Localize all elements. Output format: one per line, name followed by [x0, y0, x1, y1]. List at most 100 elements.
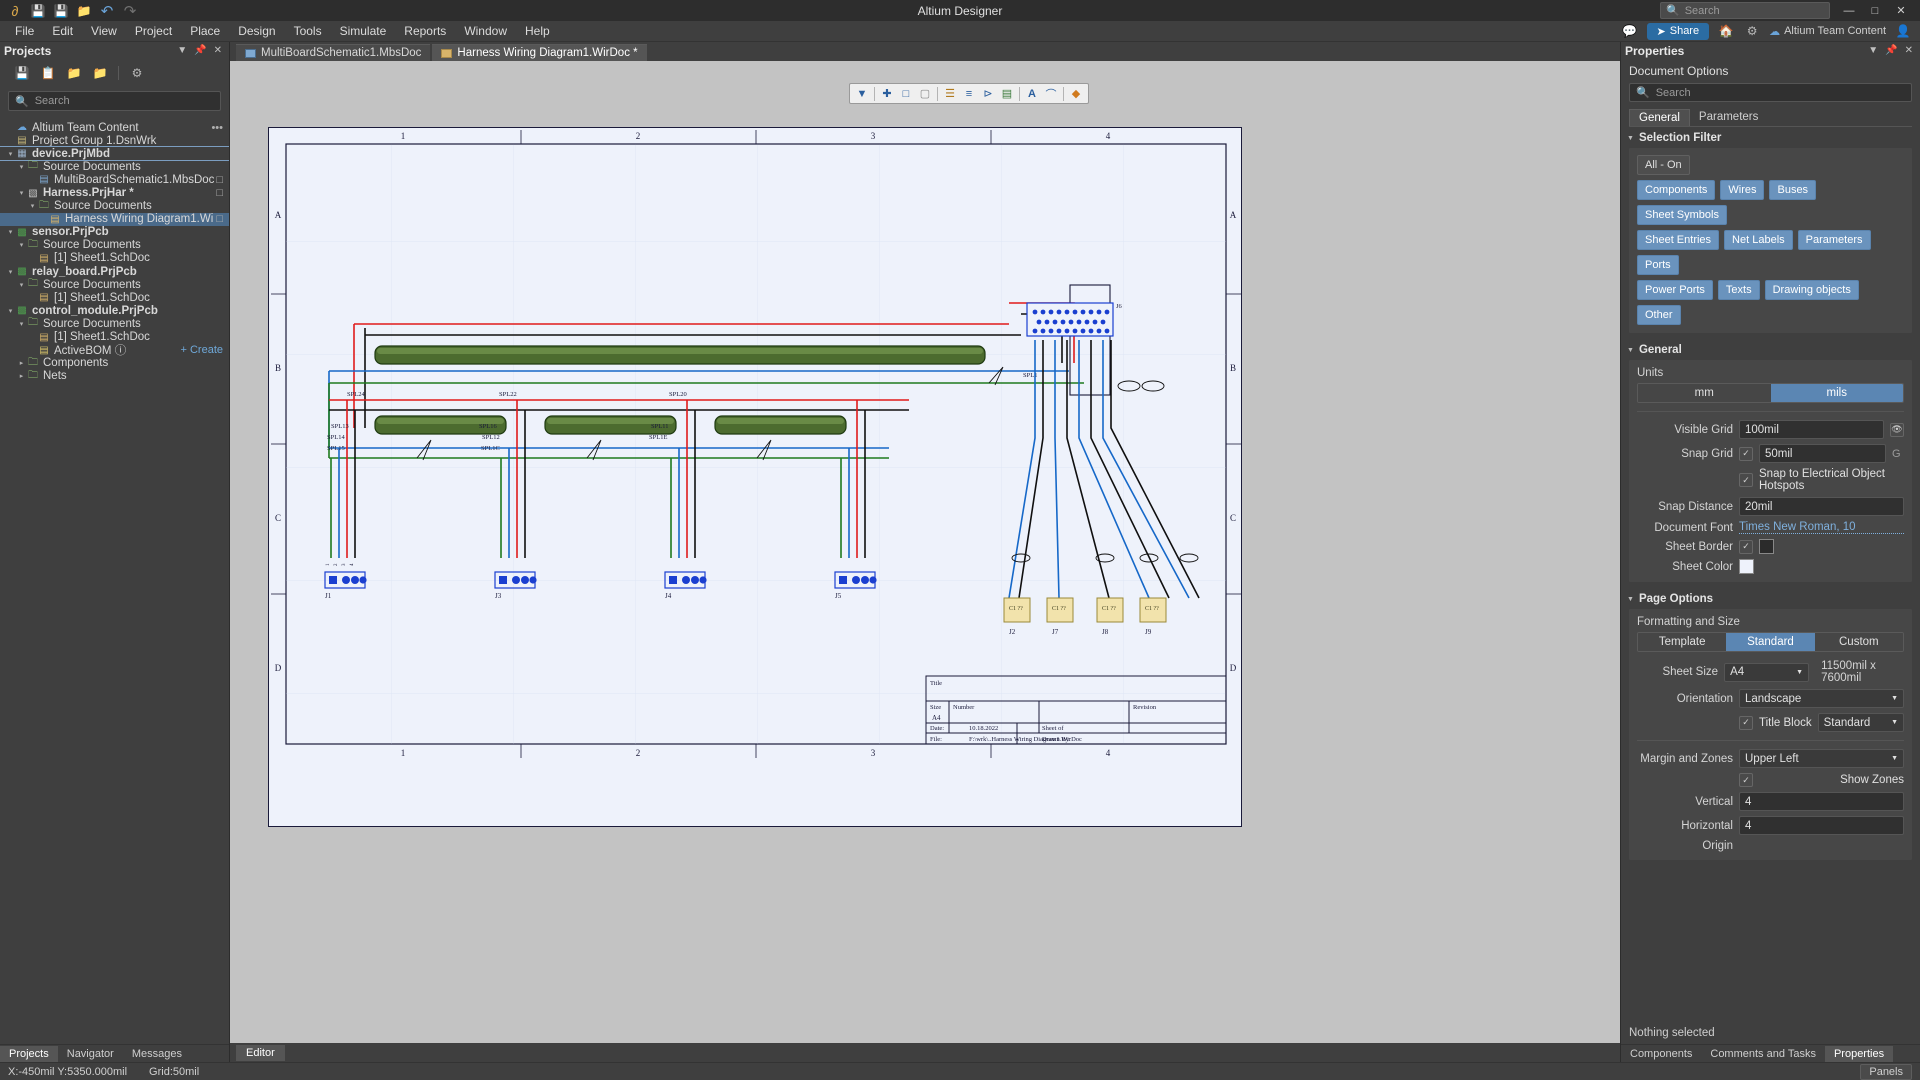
tree-item[interactable]: ▤ MultiBoardSchematic1.MbsDoc □ [0, 173, 229, 186]
title-block-select[interactable]: Standard ▼ [1817, 713, 1904, 732]
gear-icon[interactable]: ⚙ [1743, 22, 1761, 40]
gear-icon[interactable]: ⚙ [129, 65, 145, 81]
user-icon[interactable]: 👤 [1894, 22, 1912, 40]
expand-arrow-icon[interactable]: ▾ [6, 228, 15, 236]
doc-tab-harness-wiring[interactable]: Harness Wiring Diagram1.WirDoc * [432, 44, 647, 61]
visible-grid-input[interactable]: 100mil [1739, 420, 1884, 439]
chevron-down-icon[interactable]: ▼ [177, 45, 187, 56]
expand-arrow-icon[interactable]: ▾ [17, 241, 26, 249]
open-project-icon[interactable]: 📁 [66, 65, 82, 81]
home-icon[interactable]: 🏠 [1717, 22, 1735, 40]
sheet-color-swatch[interactable] [1739, 559, 1754, 574]
arc-icon[interactable]: ⌒ [1042, 85, 1060, 102]
menu-simulate[interactable]: Simulate [331, 22, 396, 40]
tree-item[interactable]: ▾ 🗀 Source Documents [0, 278, 229, 291]
selection-filter-section-header[interactable]: ▼ Selection Filter [1621, 127, 1920, 148]
filter-parameters[interactable]: Parameters [1797, 230, 1871, 250]
menu-project[interactable]: Project [126, 22, 181, 40]
expand-arrow-icon[interactable]: ▾ [17, 281, 26, 289]
snap-distance-input[interactable]: 20mil [1739, 497, 1904, 516]
snap-grid-input[interactable]: 50mil [1759, 444, 1886, 463]
tree-item[interactable]: ▾ 🗀 Source Documents [0, 317, 229, 330]
general-section-header[interactable]: ▼ General [1621, 339, 1920, 360]
wire-label-icon[interactable]: ▤ [998, 85, 1016, 102]
undo-icon[interactable]: ↶ [99, 3, 115, 20]
filter-icon[interactable]: ▼ [853, 85, 871, 102]
tree-item[interactable]: ▾ ▧ Harness.PrjHar * □ [0, 186, 229, 199]
snap-grid-checkbox[interactable]: ✓ [1739, 446, 1753, 461]
vertical-input[interactable]: 4 [1739, 792, 1904, 811]
units-option-mils[interactable]: mils [1770, 384, 1903, 402]
panel-tab-navigator[interactable]: Navigator [58, 1046, 123, 1062]
tree-item[interactable]: ▤ Project Group 1.DsnWrk [0, 134, 229, 147]
expand-arrow-icon[interactable]: ▾ [17, 163, 26, 171]
altium-logo-icon[interactable]: ∂ [7, 3, 23, 19]
filter-ports[interactable]: Ports [1637, 255, 1679, 275]
expand-arrow-icon[interactable]: ▾ [6, 150, 15, 158]
menu-reports[interactable]: Reports [395, 22, 455, 40]
close-icon[interactable]: ✕ [1905, 45, 1913, 56]
tree-item[interactable]: ▾ 🗀 Source Documents [0, 200, 229, 213]
menu-view[interactable]: View [82, 22, 126, 40]
format-option-template[interactable]: Template [1638, 633, 1727, 651]
filter-sheet-symbols[interactable]: Sheet Symbols [1637, 205, 1727, 225]
tab-general[interactable]: General [1629, 109, 1690, 126]
place-part-icon[interactable]: ◆ [1067, 85, 1085, 102]
page-options-section-header[interactable]: ▼ Page Options [1621, 588, 1920, 609]
create-link[interactable]: + Create [181, 344, 230, 356]
format-option-custom[interactable]: Custom [1814, 633, 1903, 651]
altium-team-content-button[interactable]: ☁ Altium Team Content [1769, 25, 1886, 38]
menu-help[interactable]: Help [516, 22, 559, 40]
sheet-border-color-swatch[interactable] [1759, 539, 1774, 554]
panel-tab-messages[interactable]: Messages [123, 1046, 191, 1062]
tree-item[interactable]: ▾ 🗀 Source Documents [0, 239, 229, 252]
expand-arrow-icon[interactable]: ▾ [17, 189, 26, 197]
tab-parameters[interactable]: Parameters [1690, 109, 1767, 126]
text-icon[interactable]: A [1023, 85, 1041, 102]
schematic-canvas[interactable]: ▼ ✚ □ ▢ ☰ ≡ ⊳ ▤ A ⌒ ◆ 1 2 3 4 1 2 3 4 A … [230, 61, 1620, 1043]
filter-other[interactable]: Other [1637, 305, 1681, 325]
bottom-tab-properties[interactable]: Properties [1824, 1045, 1894, 1062]
schematic-sheet[interactable]: 1 2 3 4 1 2 3 4 A B C D A B C D SPL24 SP… [268, 127, 1242, 827]
redo-icon[interactable]: ↷ [122, 3, 138, 20]
pin-icon[interactable]: 📌 [194, 45, 206, 56]
filter-buses[interactable]: Buses [1769, 180, 1817, 200]
crosshair-icon[interactable]: ✚ [878, 85, 896, 102]
expand-arrow-icon[interactable]: ▾ [17, 320, 26, 328]
panels-button[interactable]: Panels [1860, 1063, 1912, 1080]
tree-item[interactable]: ☁ Altium Team Content ••• [0, 121, 229, 134]
minimize-button[interactable]: — [1836, 0, 1862, 21]
sheet-border-checkbox[interactable]: ✓ [1739, 539, 1753, 554]
open-icon[interactable]: 📁 [76, 3, 92, 19]
snap-hotspots-checkbox[interactable]: ✓ [1739, 473, 1753, 487]
horizontal-input[interactable]: 4 [1739, 816, 1904, 835]
copy-icon[interactable]: 📋 [40, 65, 56, 81]
doc-tab-multiboard[interactable]: MultiBoardSchematic1.MbsDoc [236, 44, 431, 61]
dashed-rect-icon[interactable]: ▢ [916, 85, 934, 102]
menu-edit[interactable]: Edit [43, 22, 82, 40]
expand-arrow-icon[interactable]: ▸ [17, 372, 26, 380]
bottom-tab-comments-tasks[interactable]: Comments and Tasks [1701, 1046, 1825, 1062]
visible-grid-eye-icon[interactable]: 👁 [1890, 422, 1904, 437]
menu-window[interactable]: Window [455, 22, 516, 40]
document-font-value[interactable]: Times New Roman, 10 [1739, 521, 1904, 534]
save-all-icon[interactable]: 💾 [53, 3, 69, 19]
units-toggle[interactable]: mm mils [1637, 383, 1904, 403]
expand-arrow-icon[interactable]: ▾ [28, 202, 37, 210]
filter-texts[interactable]: Texts [1717, 280, 1760, 300]
filter-power-ports[interactable]: Power Ports [1637, 280, 1713, 300]
units-option-mm[interactable]: mm [1638, 384, 1771, 402]
splice-icon[interactable]: ⊳ [979, 85, 997, 102]
projects-search-input[interactable]: 🔍 Search [8, 91, 221, 111]
bus-icon[interactable]: ☰ [941, 85, 959, 102]
orientation-select[interactable]: Landscape ▼ [1739, 689, 1904, 708]
expand-arrow-icon[interactable]: ▸ [17, 359, 26, 367]
chevron-down-icon[interactable]: ▼ [1868, 45, 1878, 56]
filter-sheet-entries[interactable]: Sheet Entries [1637, 230, 1720, 250]
menu-design[interactable]: Design [229, 22, 284, 40]
filter-drawing-objects[interactable]: Drawing objects [1764, 280, 1859, 300]
tree-item[interactable]: ▤ [1] Sheet1.SchDoc [0, 291, 229, 304]
project-options-icon[interactable]: 📁 [92, 65, 108, 81]
tree-item[interactable]: ▾ 🗀 Source Documents [0, 160, 229, 173]
margin-zones-select[interactable]: Upper Left ▼ [1739, 749, 1904, 768]
